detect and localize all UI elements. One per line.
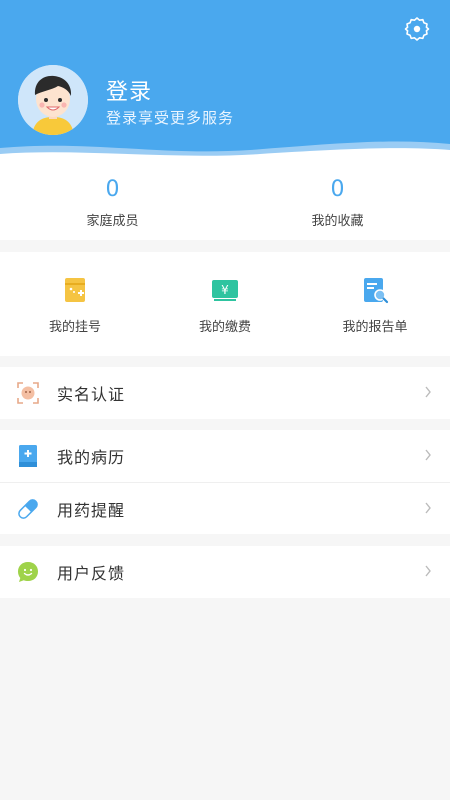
avatar[interactable] [18,65,88,135]
header-wave [0,141,450,160]
menu-item-medical-record[interactable]: 我的病历 [0,430,450,482]
pill-icon [18,498,38,519]
quick-report[interactable]: 我的报告单 [300,252,450,356]
stat-label: 家庭成员 [86,214,139,229]
stat-value: 0 [105,177,120,202]
menu-item-label: 用药提醒 [57,500,126,520]
svg-text:¥: ¥ [221,283,229,297]
stat-label: 我的收藏 [311,214,364,229]
feedback-icon [18,562,38,582]
chevron-right-icon [425,449,431,461]
quick-label: 我的缴费 [198,320,251,335]
stats-bar: 0 家庭成员 0 我的收藏 [0,160,450,240]
quick-payment[interactable]: ¥ 我的缴费 [150,252,300,356]
gear-icon[interactable] [404,16,430,42]
menu-item-label: 实名认证 [57,385,126,404]
menu-group-verification: 实名认证 [0,367,450,419]
stat-favorites[interactable]: 0 我的收藏 [225,160,450,240]
quick-registration[interactable]: 我的挂号 [0,252,150,356]
menu-group-feedback: 用户反馈 [0,546,450,598]
chevron-right-icon [425,502,431,514]
quick-label: 我的挂号 [48,320,101,335]
login-title[interactable]: 登录 [106,74,152,106]
chevron-right-icon [425,386,431,398]
menu-group-health: 我的病历 用药提醒 [0,430,450,534]
menu-item-medication-reminder[interactable]: 用药提醒 [0,482,450,534]
menu-item-label: 用户反馈 [57,564,126,583]
chevron-right-icon [425,565,431,577]
quick-label: 我的报告单 [342,320,408,335]
stat-value: 0 [330,177,345,202]
login-subtitle: 登录享受更多服务 [106,109,235,127]
menu-item-user-feedback[interactable]: 用户反馈 [0,546,450,598]
registration-icon [65,278,85,302]
stat-family-members[interactable]: 0 家庭成员 [0,160,225,240]
menu-item-real-name-verification[interactable]: 实名认证 [0,367,450,419]
profile-header: 登录 登录享受更多服务 [0,0,450,160]
medical-record-icon [19,445,37,467]
menu-item-label: 我的病历 [57,448,126,467]
report-icon [364,278,389,304]
id-verify-icon [17,382,39,404]
payment-icon: ¥ [212,280,238,301]
quick-actions: 我的挂号 ¥ 我的缴费 我的报告单 [0,252,450,356]
